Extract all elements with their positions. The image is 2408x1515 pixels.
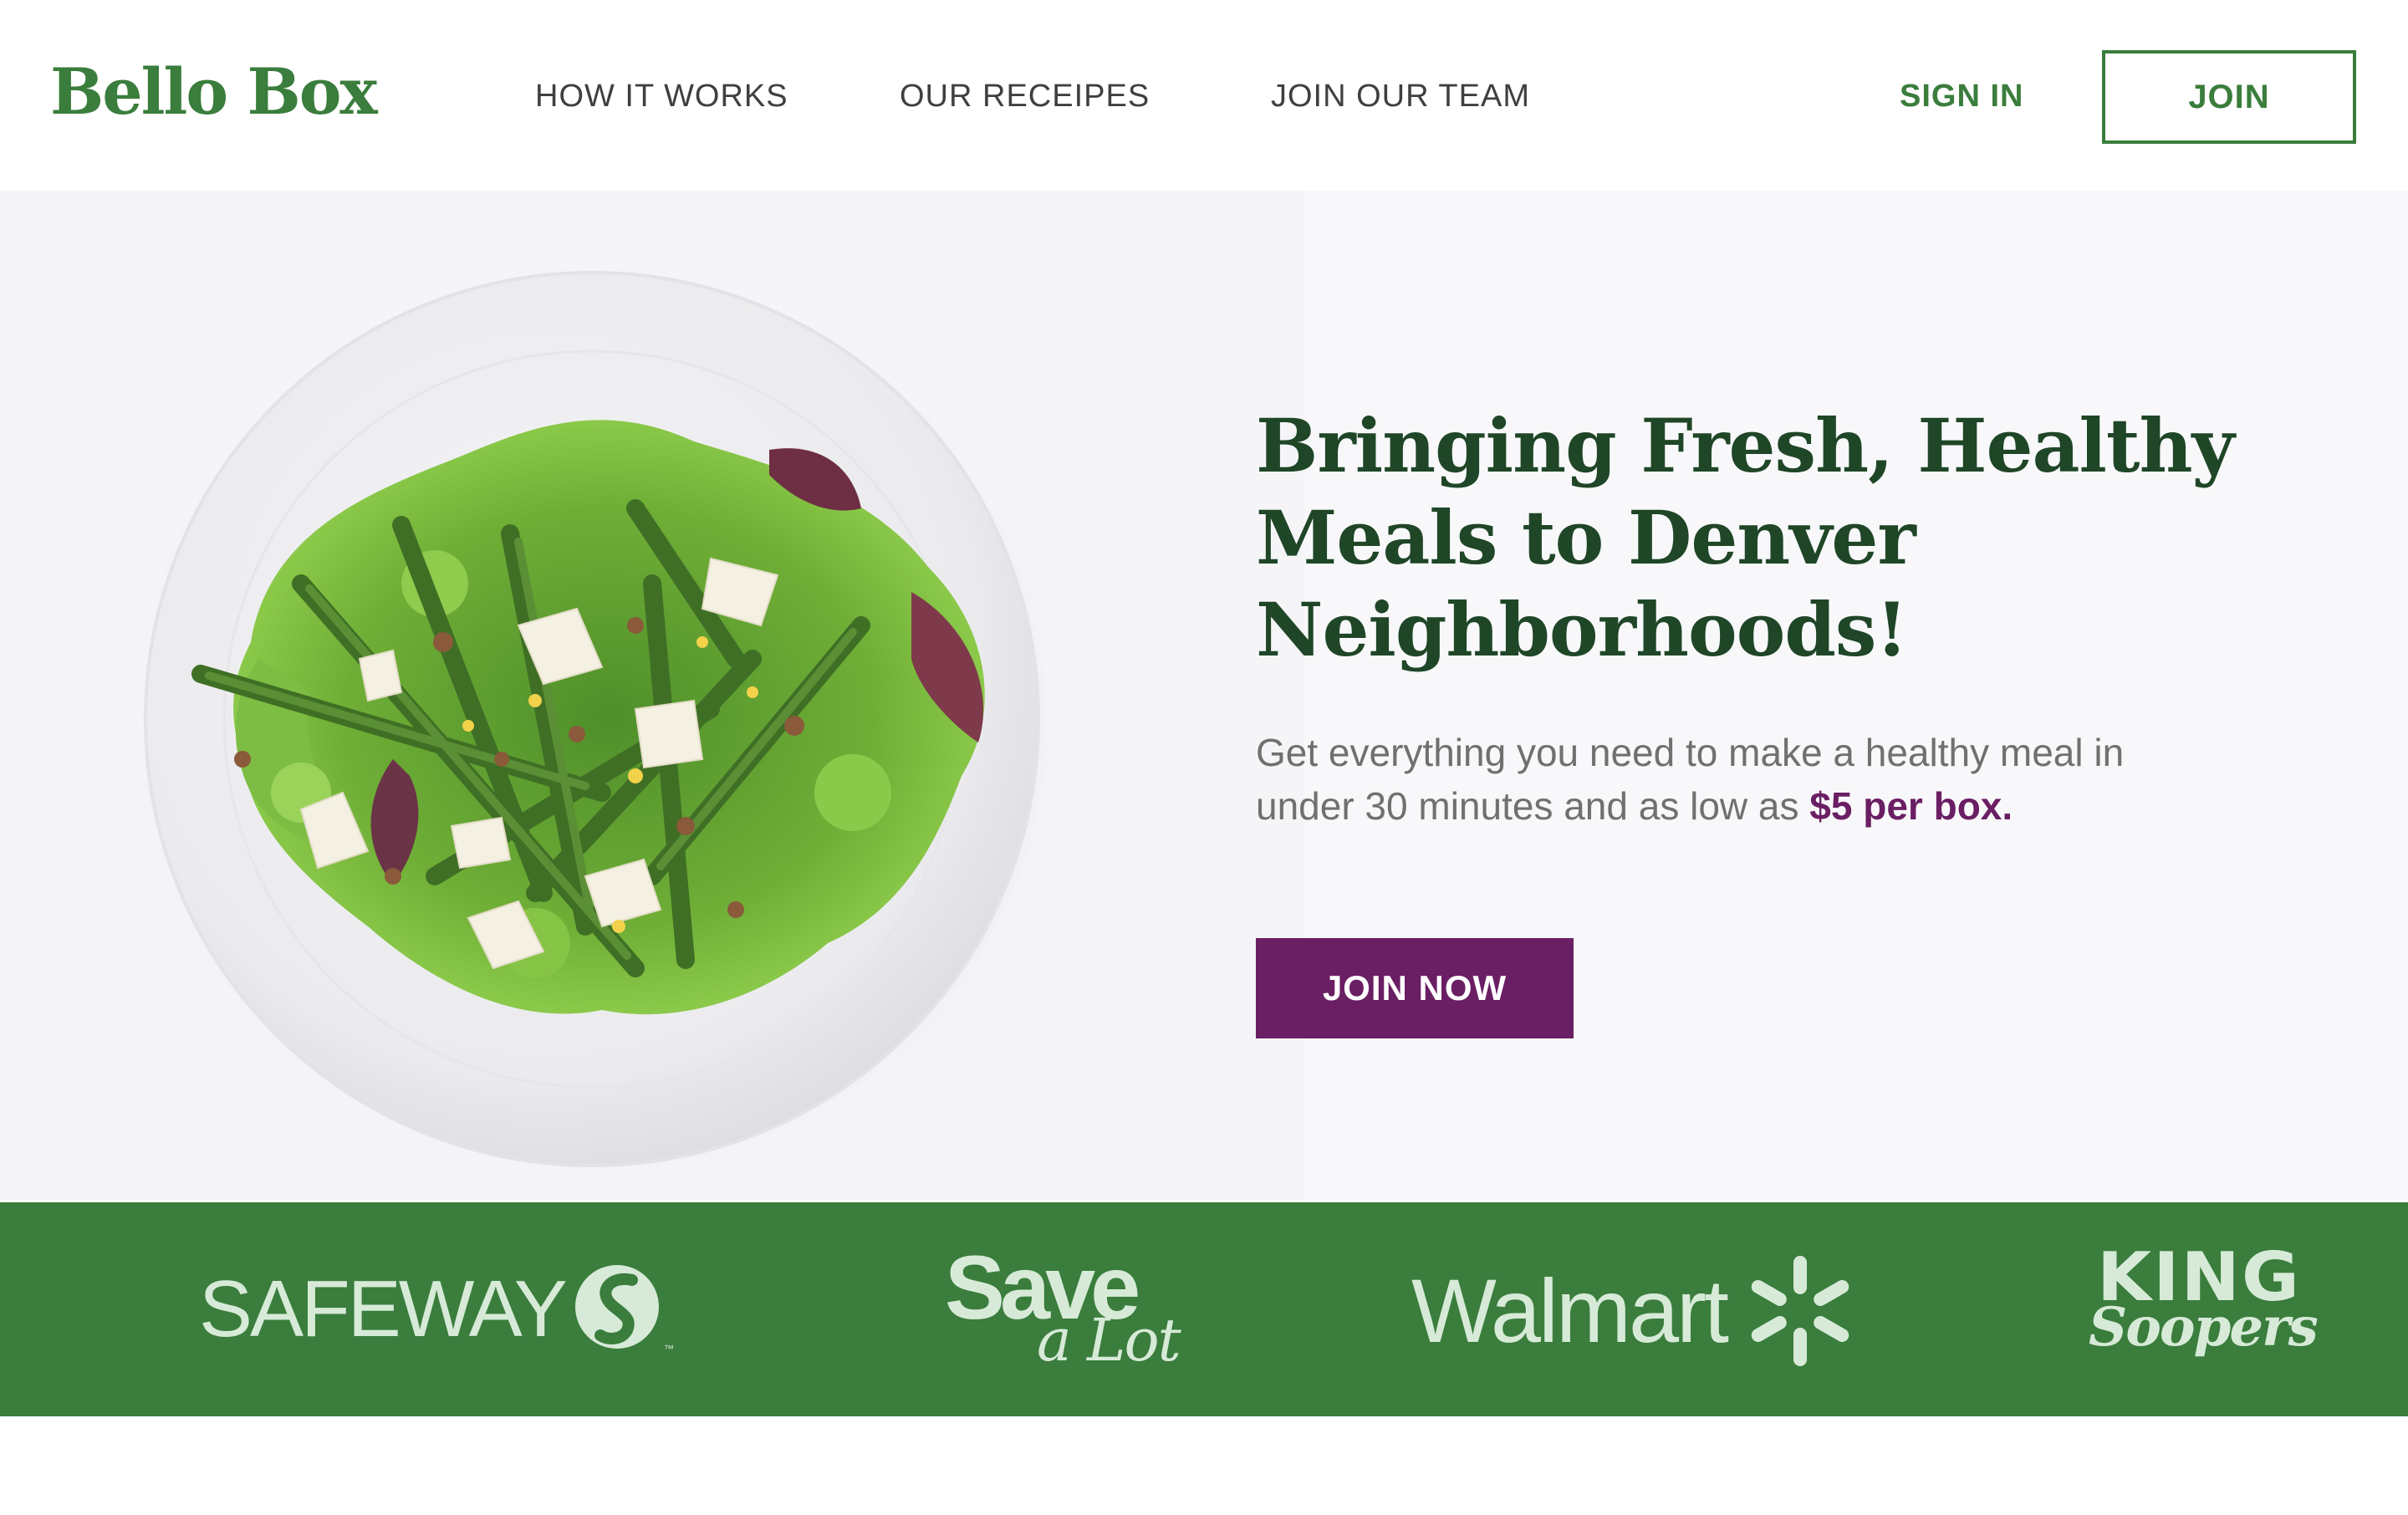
join-button[interactable]: JOIN [2102, 50, 2356, 144]
walmart-logo-text: Walmart [1411, 1260, 1729, 1361]
king-soopers-logo: KING Soopers [2089, 1244, 2319, 1370]
save-a-lot-logo: Save a Lot [945, 1242, 1221, 1375]
save-a-lot-logo-script: a Lot [1037, 1306, 1181, 1375]
logo[interactable]: Bello Box [50, 60, 378, 124]
walmart-spark-icon [1751, 1256, 1849, 1366]
nav-join-our-team[interactable]: JOIN OUR TEAM [1271, 80, 1530, 112]
king-soopers-logo-script: Soopers [2089, 1296, 2319, 1359]
salad-plate-photo [0, 191, 1304, 1201]
price-highlight: $5 per box. [1809, 784, 2013, 828]
safeway-s-icon: ™ [574, 1265, 674, 1354]
nav-our-recipes[interactable]: OUR RECEIPES [900, 80, 1150, 112]
walmart-logo: Walmart [1411, 1254, 1854, 1368]
hero-subtext: Get everything you need to make a health… [1256, 726, 2209, 833]
sign-in-link[interactable]: SIGN IN [1900, 80, 2023, 112]
safeway-logo: SAFEWAY ™ [199, 1259, 674, 1359]
site-header: Bello Box HOW IT WORKS OUR RECEIPES JOIN… [0, 0, 2408, 191]
hero-headline: Bringing Fresh, Healthy Meals to Denver … [1256, 402, 2235, 673]
hero-section: Bringing Fresh, Healthy Meals to Denver … [0, 191, 2408, 1201]
page-bottom-spacer [0, 1416, 2408, 1515]
safeway-logo-text: SAFEWAY [199, 1264, 568, 1354]
safeway-trademark: ™ [664, 1343, 674, 1354]
nav-how-it-works[interactable]: HOW IT WORKS [535, 80, 788, 112]
partner-logos-band: SAFEWAY ™ Save a Lot Walmart KING Sooper… [0, 1202, 2408, 1416]
join-now-button[interactable]: JOIN NOW [1256, 938, 1574, 1038]
